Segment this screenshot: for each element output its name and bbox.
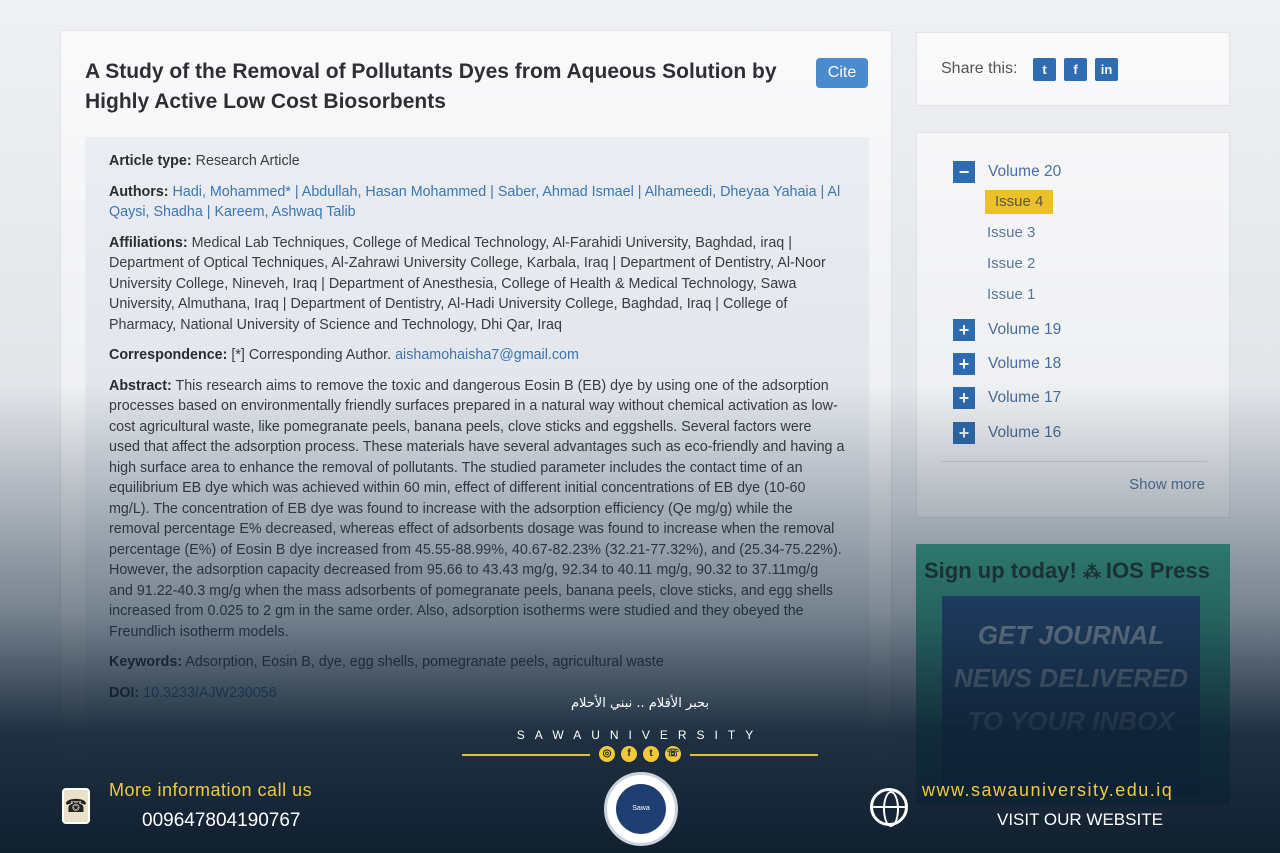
promo-footer: بحبر الأقلام .. نبني الأحلام SAWAUNIVERS… — [0, 0, 1280, 853]
globe-icon — [870, 788, 908, 827]
website-url[interactable]: www.sawauniversity.edu.iq — [922, 780, 1173, 801]
divider — [462, 754, 590, 756]
visit-website-label[interactable]: VISIT OUR WEBSITE — [997, 810, 1163, 830]
seal-emblem: Sawa University — [616, 784, 666, 834]
info-label: More information call us — [109, 780, 313, 800]
twitter-icon[interactable]: t — [643, 746, 659, 762]
divider — [690, 754, 818, 756]
footer-brand: SAWAUNIVERSITY — [516, 728, 764, 742]
university-seal: Sawa University — [604, 772, 678, 846]
phone-icon: ☎ — [62, 788, 90, 824]
footer-tagline: بحبر الأقلام .. نبني الأحلام — [570, 696, 710, 711]
whatsapp-icon[interactable]: ☏ — [665, 746, 681, 762]
phone-number[interactable]: 009647804190767 — [142, 810, 301, 832]
instagram-icon[interactable]: ◎ — [599, 746, 615, 762]
facebook-icon[interactable]: f — [621, 746, 637, 762]
